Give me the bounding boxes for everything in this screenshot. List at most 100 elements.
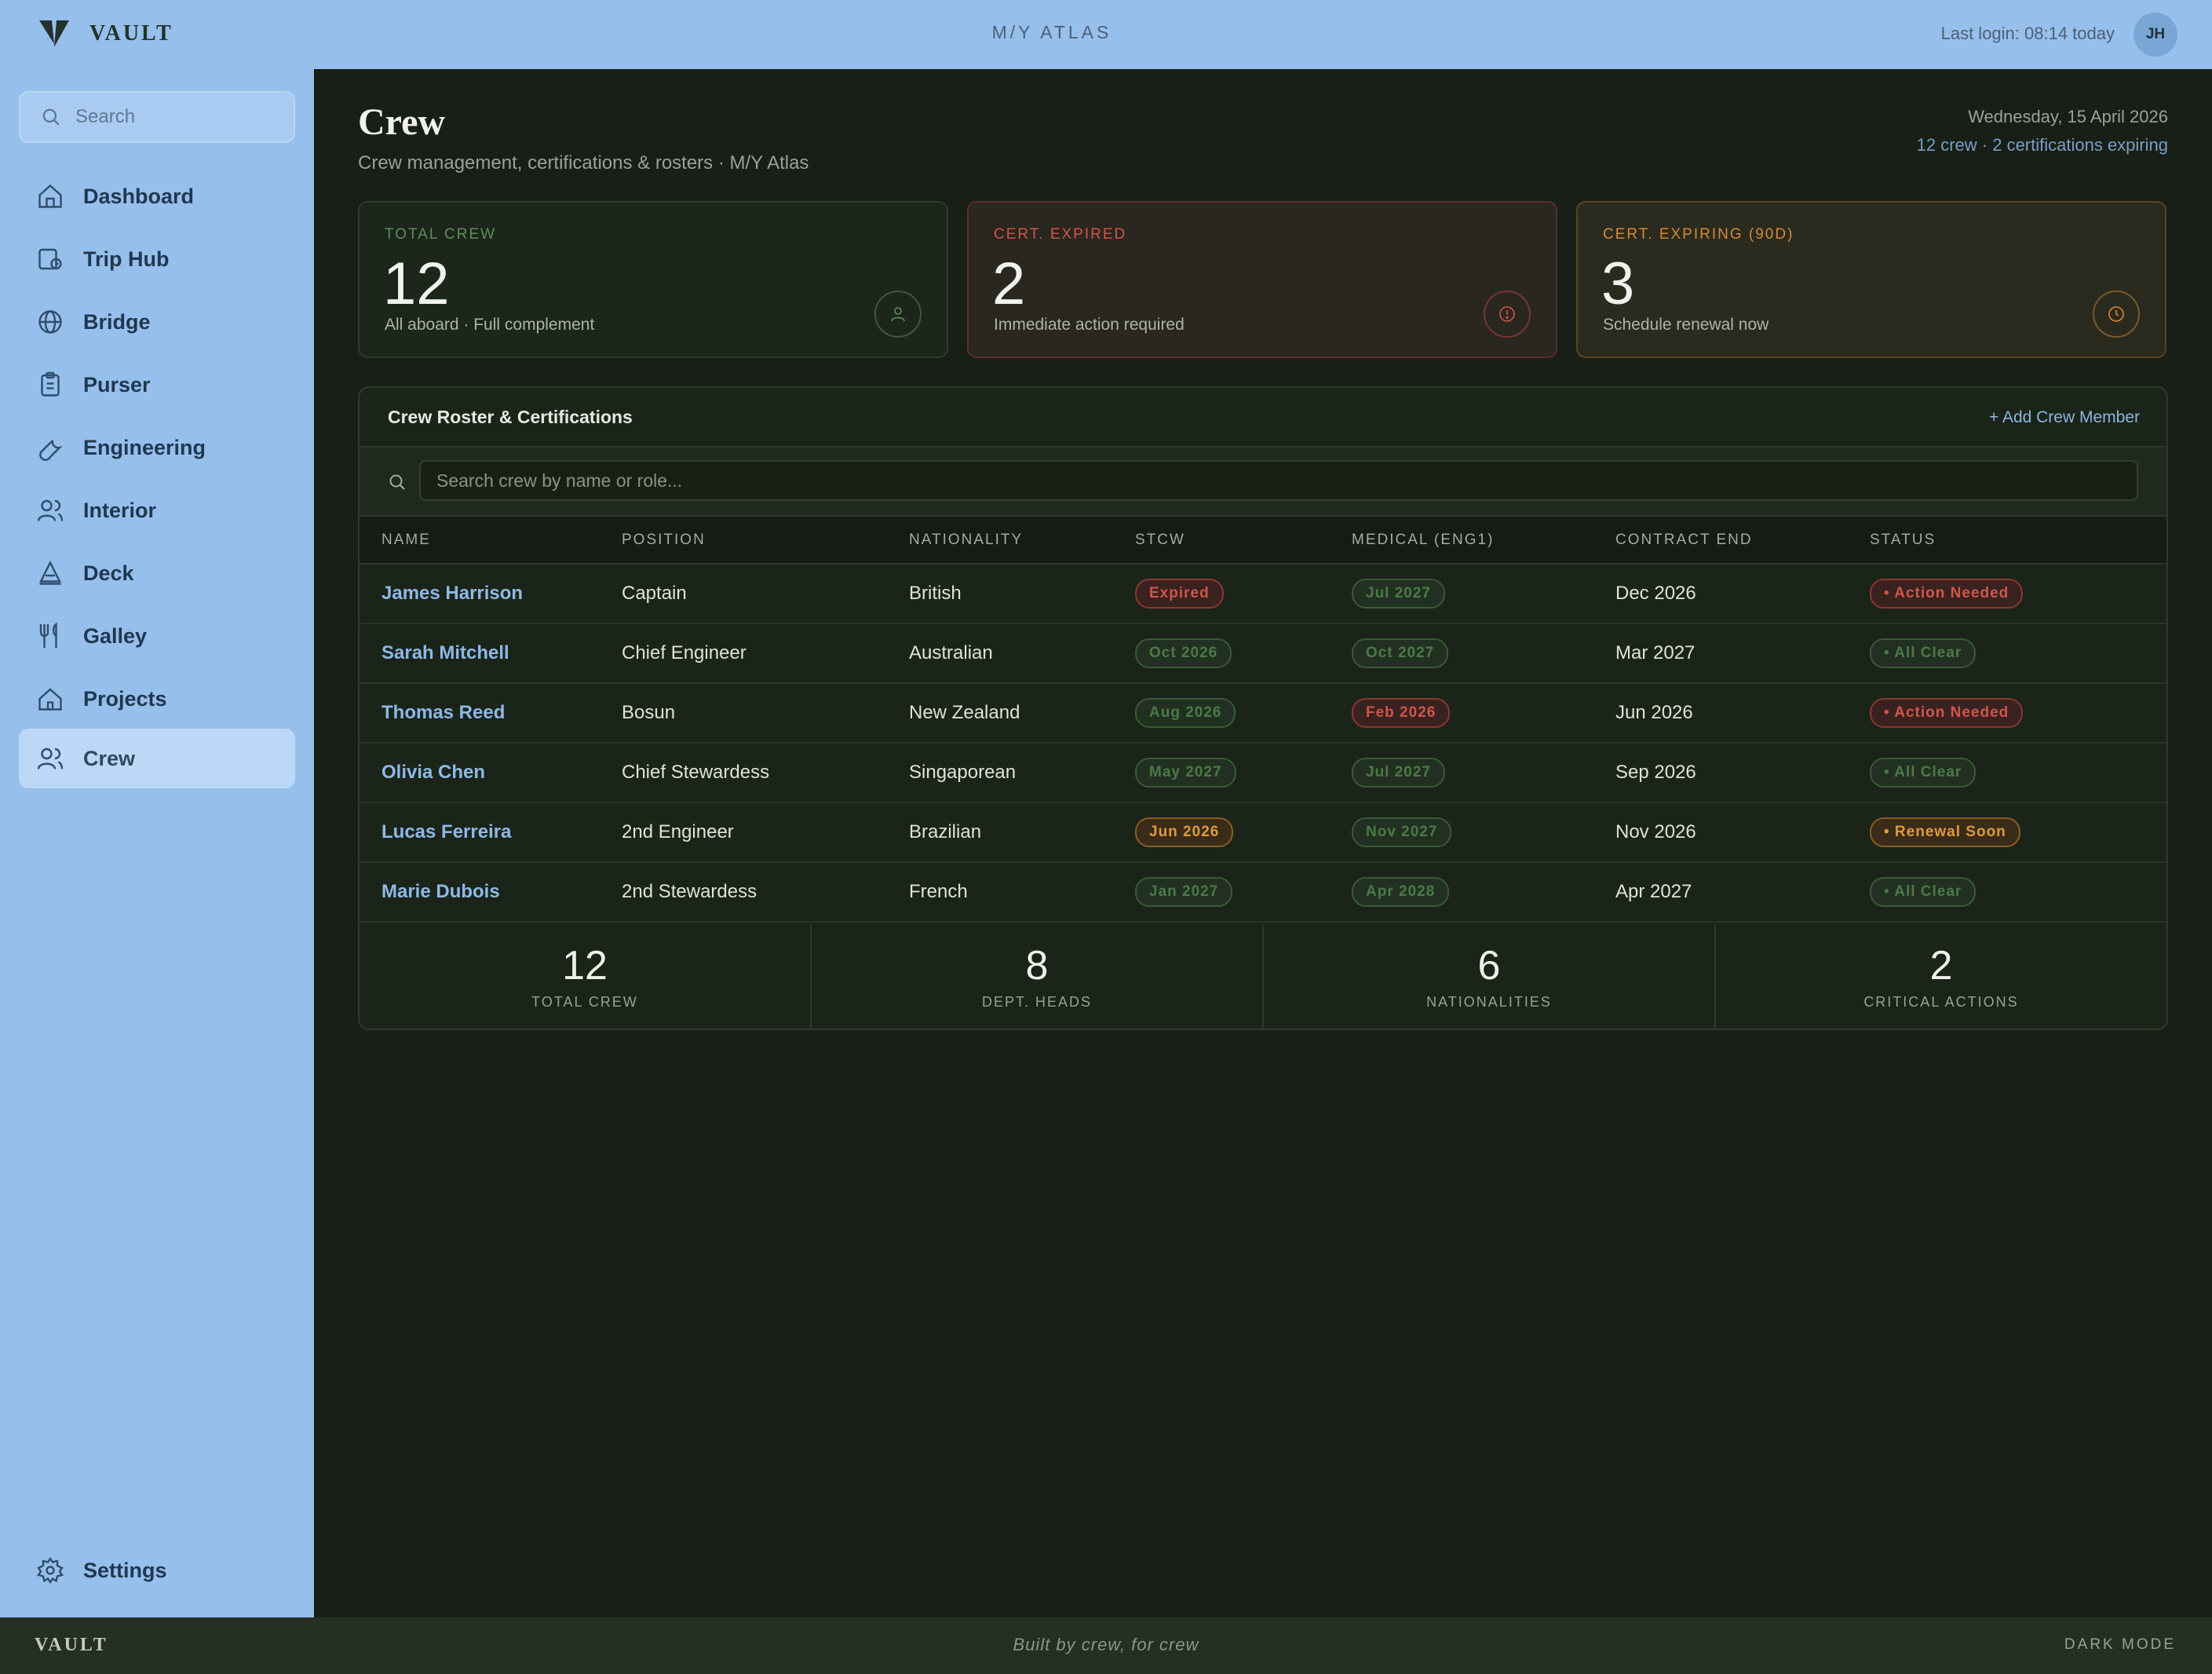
search-icon: [389, 474, 405, 490]
crew-name-link[interactable]: Marie Dubois: [381, 881, 500, 902]
card-note: Schedule renewal now: [1603, 316, 1769, 334]
status-badge: • All Clear: [1870, 877, 1977, 907]
table-row[interactable]: Sarah Mitchell Chief Engineer Australian Oc…: [360, 623, 2166, 684]
crew-search-input[interactable]: [419, 460, 2138, 501]
column-header-stcw[interactable]: STCW: [1135, 517, 1352, 565]
crew-name-link[interactable]: Lucas Ferreira: [381, 821, 511, 842]
summary-label: NATIONALITIES: [1426, 994, 1552, 1010]
dark-mode-toggle[interactable]: DARK MODE: [2064, 1636, 2176, 1654]
summary-label: DEPT. HEADS: [981, 994, 1093, 1010]
sidebar-item-projects[interactable]: Projects: [19, 669, 295, 729]
search-icon: [42, 108, 60, 126]
column-header-position[interactable]: POSITION: [622, 517, 909, 565]
table-row[interactable]: Lucas Ferreira 2nd Engineer Brazilian Jun 2…: [360, 802, 2166, 863]
column-header-status[interactable]: STATUS: [1870, 517, 2166, 565]
search-input[interactable]: [75, 106, 279, 128]
crew-position: Bosun: [622, 683, 909, 744]
column-header-name[interactable]: NAME: [360, 517, 622, 565]
contract-end: Nov 2026: [1615, 802, 1870, 863]
sidebar-item-deck[interactable]: Deck: [19, 543, 295, 603]
sidebar: Dashboard Trip Hub Bridge Purser Enginee…: [0, 69, 314, 1617]
sidebar-search[interactable]: [19, 91, 295, 143]
roster-summary: 12 TOTAL CREW 8 DEPT. HEADS 6 NATIONALIT…: [360, 925, 2166, 1029]
summary-total-crew: 12 TOTAL CREW: [360, 925, 812, 1029]
summary-value: 8: [1025, 943, 1049, 989]
status-badge: • All Clear: [1870, 638, 1977, 668]
crew-nationality: Brazilian: [909, 802, 1135, 863]
summary-critical-actions: 2 CRITICAL ACTIONS: [1716, 925, 2166, 1029]
utensils-icon: [39, 622, 57, 648]
summary-value: 2: [1929, 943, 1953, 989]
panel-header: Crew Roster & Certifications + Add Crew …: [360, 388, 2166, 448]
crew-summary: 12 crew · 2 certifications expiring: [1916, 135, 2168, 155]
footer: VAULT Built by crew, for crew DARK MODE: [0, 1617, 2212, 1674]
table-row[interactable]: Marie Dubois 2nd Stewardess French Jan 2027…: [360, 862, 2166, 923]
column-header-contract-end[interactable]: CONTRACT END: [1615, 517, 1870, 565]
summary-label: CRITICAL ACTIONS: [1863, 994, 2019, 1010]
contract-end: Apr 2027: [1615, 862, 1870, 923]
sidebar-item-crew[interactable]: Crew: [19, 729, 295, 788]
medical-badge: Feb 2026: [1352, 698, 1451, 728]
column-header-medical[interactable]: MEDICAL (ENG1): [1352, 517, 1615, 565]
current-date: Wednesday, 15 April 2026: [1968, 107, 2168, 126]
stat-card-cert-expiring: CERT. EXPIRING (90D) 3 Schedule renewal …: [1576, 201, 2166, 358]
table-row[interactable]: Olivia Chen Chief Stewardess Singaporean Ma…: [360, 743, 2166, 803]
sidebar-item-bridge[interactable]: Bridge: [19, 292, 295, 352]
card-value: 3: [1601, 250, 1635, 317]
crew-position: Captain: [622, 564, 909, 624]
sidebar-item-galley[interactable]: Galley: [19, 606, 295, 666]
crew-table: NAME POSITION NATIONALITY STCW MEDICAL (…: [360, 517, 2166, 923]
sidebar-item-label: Dashboard: [83, 184, 195, 208]
main-content: Crew Crew management, certifications & r…: [314, 69, 2212, 1617]
card-value: 12: [383, 250, 450, 317]
sidebar-item-dashboard[interactable]: Dashboard: [19, 166, 295, 226]
crew-name-link[interactable]: Thomas Reed: [381, 702, 505, 723]
footer-tagline: Built by crew, for crew: [1013, 1635, 1199, 1654]
crew-position: Chief Stewardess: [622, 743, 909, 803]
stcw-badge: Aug 2026: [1135, 698, 1236, 728]
summary-value: 12: [562, 943, 608, 989]
medical-badge: Jul 2027: [1352, 758, 1445, 788]
table-header-row: NAME POSITION NATIONALITY STCW MEDICAL (…: [360, 517, 2166, 565]
stcw-badge: Oct 2026: [1135, 638, 1232, 668]
sidebar-item-purser[interactable]: Purser: [19, 355, 295, 415]
card-note: Immediate action required: [994, 316, 1184, 334]
stat-card-cert-expired: CERT. EXPIRED 2 Immediate action require…: [967, 201, 1557, 358]
sidebar-item-settings[interactable]: Settings: [19, 1541, 295, 1600]
sidebar-item-label: Projects: [83, 686, 167, 711]
stcw-badge: Expired: [1135, 579, 1224, 609]
crew-nationality: Singaporean: [909, 743, 1135, 803]
clock-icon: [2093, 291, 2140, 338]
clipboard-icon: [41, 371, 60, 397]
column-header-nationality[interactable]: NATIONALITY: [909, 517, 1135, 565]
crew-name-link[interactable]: Olivia Chen: [381, 762, 485, 783]
sidebar-item-trip-hub[interactable]: Trip Hub: [19, 229, 295, 289]
vessel-name: M/Y ATLAS: [991, 22, 1112, 42]
page-title: Crew: [358, 101, 446, 143]
table-row[interactable]: Thomas Reed Bosun New Zealand Aug 2026 Feb 2…: [360, 683, 2166, 744]
summary-value: 6: [1477, 943, 1501, 989]
sidebar-item-label: Deck: [83, 561, 134, 585]
panel-title: Crew Roster & Certifications: [388, 407, 633, 427]
sidebar-item-label: Crew: [83, 746, 136, 770]
add-crew-member-button[interactable]: + Add Crew Member: [1989, 408, 2140, 427]
sidebar-item-label: Purser: [83, 372, 151, 397]
house-icon: [38, 688, 62, 711]
card-value: 2: [992, 250, 1026, 317]
triangle-icon: [39, 560, 61, 585]
sidebar-item-interior[interactable]: Interior: [19, 481, 295, 540]
crew-roster-panel: Crew Roster & Certifications + Add Crew …: [358, 386, 2168, 1030]
status-badge: • Action Needed: [1870, 698, 2024, 728]
roster-filter: [360, 448, 2166, 517]
summary-label: TOTAL CREW: [531, 994, 638, 1010]
page-subtitle: Crew management, certifications & roster…: [358, 152, 809, 174]
summary-nationalities: 6 NATIONALITIES: [1264, 925, 1716, 1029]
top-bar: VAULT M/Y ATLAS Last login: 08:14 today …: [0, 0, 2212, 69]
table-row[interactable]: James Harrison Captain British Expired Jul 2…: [360, 564, 2166, 624]
stcw-badge: Jun 2026: [1135, 817, 1234, 847]
card-note: All aboard · Full complement: [385, 316, 595, 334]
crew-name-link[interactable]: Sarah Mitchell: [381, 642, 509, 663]
crew-name-link[interactable]: James Harrison: [381, 583, 523, 604]
avatar[interactable]: JH: [2134, 13, 2177, 57]
sidebar-item-engineering[interactable]: Engineering: [19, 418, 295, 477]
